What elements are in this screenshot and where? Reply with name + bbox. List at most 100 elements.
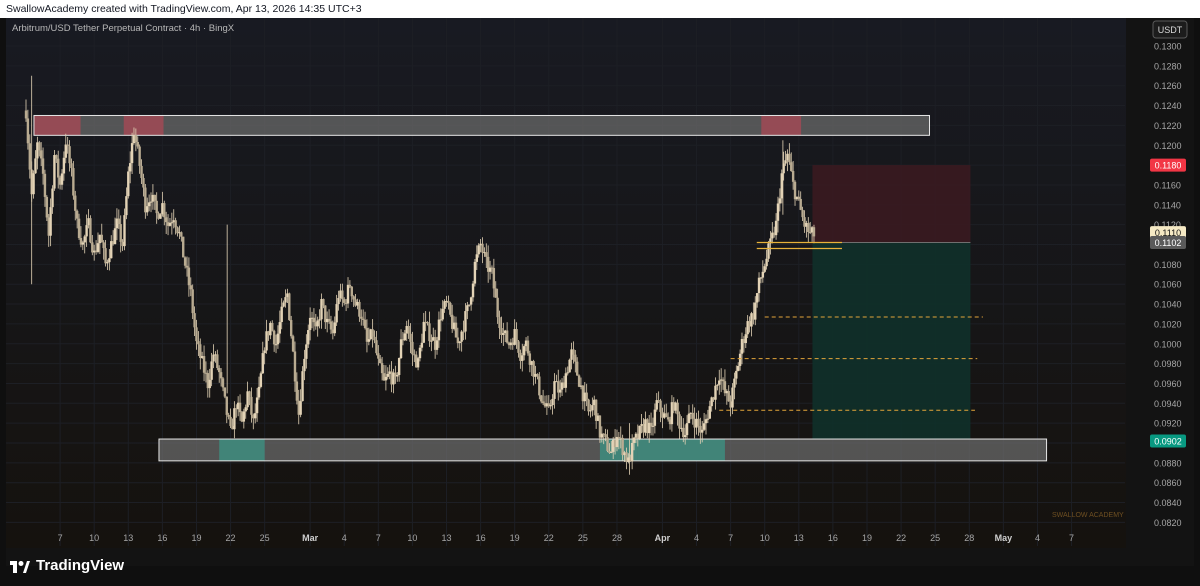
candle-body [801,209,804,218]
tradingview-logo[interactable]: TradingView [10,557,124,574]
candle-body [473,261,477,284]
candle-body [494,288,497,298]
candle-body [49,207,52,236]
candle-body [407,325,410,334]
candle-body [259,373,263,387]
candle-body [502,333,505,335]
candle-body [653,409,657,426]
candle-body [83,236,86,243]
candle-body [146,206,149,213]
candle-body [784,160,787,164]
candle-body [744,334,747,344]
plot-background [6,18,1194,548]
candle-body [397,358,401,375]
candle-body [706,418,710,420]
candle-body [233,408,236,430]
price-tick-label: 0.1080 [1154,260,1182,270]
zone-highlight [219,439,265,461]
candle-body [159,214,162,219]
candle-body [360,316,363,319]
zone-green [158,438,1048,462]
candle-body [553,381,556,399]
candle-body [708,406,711,419]
candle-body [28,143,31,170]
candle-body [216,354,219,368]
stop-loss-zone [812,165,971,243]
candle-body [218,367,221,373]
candle-body [437,319,441,341]
price-tick-label: 0.1000 [1154,339,1182,349]
candle-body [687,413,691,424]
candle-body [210,361,213,380]
candle-body [585,392,588,400]
candle-body [164,217,168,223]
candle-body [280,306,283,323]
candle-body [108,258,111,263]
candle-body [43,173,47,197]
candle-body [134,135,138,143]
candle-body [261,353,264,374]
candle-body [471,283,475,298]
time-tick-label: 16 [157,533,167,543]
candle-body [34,158,37,174]
candle-body [589,410,592,412]
candle-body [767,243,770,259]
price-axis: USDT 0.1300 0.1280 0.1260 0.1240 0.1220 0.1200… [1126,18,1194,548]
candle-body [337,298,340,305]
candle-body [153,194,157,201]
candle-body [85,225,88,237]
price-tag-label: 0.1180 [1155,161,1182,171]
time-tick-label: 13 [441,533,451,543]
zone-highlight [33,115,81,136]
candle-body [426,322,429,324]
candle-body [253,413,257,419]
candle-body [308,317,312,331]
candle-body [464,311,467,332]
price-tick-label: 0.1020 [1154,319,1182,329]
candle-body [718,380,721,385]
candle-body [615,436,619,448]
candle-body [100,234,103,243]
price-tick-label: 0.1260 [1154,81,1182,91]
candle-body [119,224,122,242]
candle-body [208,379,211,389]
candle-body [263,350,266,354]
take-profit-zone [812,242,971,440]
candle-body [685,423,689,436]
time-tick-label: 10 [760,533,770,543]
candle-body [481,243,484,253]
candle-body [305,344,308,359]
candle-body [754,302,757,320]
candle-body [691,412,694,419]
price-tick-label: 0.0920 [1154,419,1182,429]
time-tick-label: Mar [302,533,319,543]
candle-body [38,142,41,151]
candle-body [727,391,730,402]
candle-body [702,423,706,430]
time-tick-label: 13 [794,533,804,543]
price-tick-label: 0.1200 [1154,141,1182,151]
candle-body [77,218,81,238]
candle-body [60,173,64,185]
candle-body [327,318,331,322]
candle-body [242,411,246,422]
candle-body [701,429,704,433]
candle-body [606,437,609,451]
time-tick-label: 4 [1035,533,1040,543]
time-tick-label: 25 [260,533,270,543]
candle-body [375,340,378,354]
zone-red [33,114,931,136]
candle-body [163,203,166,218]
candle-body [212,354,215,362]
candle-body [361,318,365,320]
candle-body [238,402,242,413]
candle-body [257,386,261,398]
candle-body [449,302,452,315]
candle-body [462,331,465,333]
price-tick-label: 0.1060 [1154,280,1182,290]
time-tick-label: 4 [342,533,347,543]
candle-body [697,418,700,426]
time-tick-label: 28 [612,533,622,543]
price-chart[interactable]: Arbitrum/USD Tether Perpetual Contract ·… [0,0,1200,586]
candle-body [278,322,282,334]
